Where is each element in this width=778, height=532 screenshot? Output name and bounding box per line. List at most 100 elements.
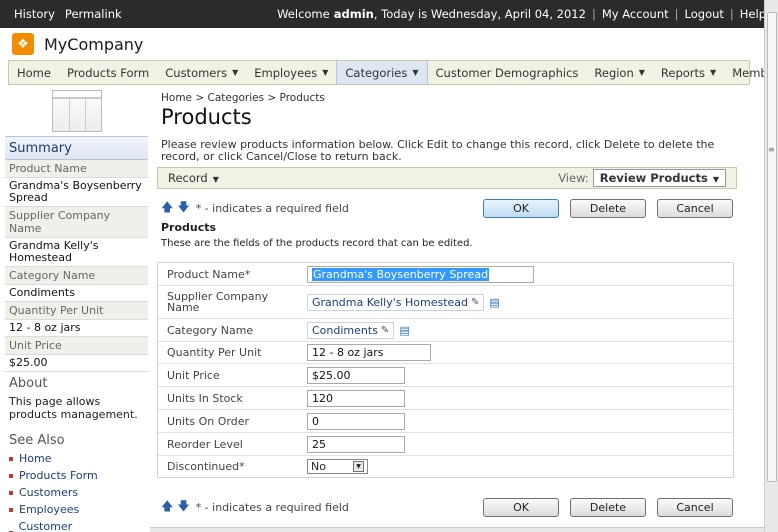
required-marker: * xyxy=(244,267,251,281)
menu-item-customers[interactable]: Customers ▼ xyxy=(157,61,246,84)
product-name-value: Grandma's Boysenberry Spread xyxy=(312,267,490,281)
label-text: Product Name xyxy=(167,267,245,281)
product-name-input[interactable]: Grandma's Boysenberry Spread xyxy=(307,265,534,283)
field-label: Supplier Company Name xyxy=(167,290,269,314)
form-row: Reorder Level 25 xyxy=(158,433,733,456)
summary-value: Grandma Kelly's Homestead xyxy=(5,238,148,267)
up-arrow-icon[interactable]: 🡅 xyxy=(161,497,173,518)
summary-value: Condiments xyxy=(5,285,148,302)
new-record-icon[interactable]: ▤ xyxy=(399,324,409,337)
ok-button[interactable]: OK xyxy=(483,497,559,517)
delete-button[interactable]: Delete xyxy=(570,198,646,218)
menu-item-region[interactable]: Region ▼ xyxy=(586,61,653,84)
link-label: Employees xyxy=(19,503,80,516)
date-text: , Today is Wednesday, April 04, 2012 xyxy=(373,7,586,21)
view-dropdown[interactable]: Review Products ▼ xyxy=(592,169,726,187)
view-value: Review Products xyxy=(599,171,708,185)
discontinued-select[interactable]: No ▼ xyxy=(307,459,368,474)
field-label: Units On Order xyxy=(167,414,250,428)
menu-label: Employees xyxy=(254,65,318,80)
summary-value: $25.00 xyxy=(5,355,148,372)
company-logo-icon[interactable]: ❖ xyxy=(12,33,34,55)
page-title: Products xyxy=(161,105,252,129)
see-also-link-customer-demographics[interactable]: Customer Demographics xyxy=(5,518,148,532)
menu-item-categories[interactable]: Categories ▼ xyxy=(336,61,428,84)
page-description: Please review products information below… xyxy=(161,138,715,163)
logout-link[interactable]: Logout xyxy=(685,7,724,21)
menu-label: Products Form xyxy=(66,65,150,80)
summary-header: Summary xyxy=(5,136,148,160)
link-label: Customer Demographics xyxy=(18,520,73,532)
see-also-link-products-form[interactable]: Products Form xyxy=(5,467,148,484)
units-in-stock-input[interactable]: 120 xyxy=(307,389,405,407)
main-menu: Home Products Form Customers ▼ Employees ▼… xyxy=(8,60,778,85)
form-row: Unit Price $25.00 xyxy=(158,364,733,387)
history-link[interactable]: History xyxy=(14,7,55,21)
menu-item-customer-demographics[interactable]: Customer Demographics xyxy=(428,61,587,84)
summary-value: Grandma's Boysenberry Spread xyxy=(5,178,148,207)
down-arrow-icon[interactable]: 🡇 xyxy=(177,497,189,518)
category-value: Condiments xyxy=(312,323,378,337)
brand-header: ❖ MyCompany xyxy=(0,28,764,60)
record-menu[interactable]: Record ▼ xyxy=(168,171,219,185)
summary-label: Category Name xyxy=(5,267,148,285)
see-also-link-home[interactable]: Home xyxy=(5,450,148,467)
help-link[interactable]: Help xyxy=(740,7,766,21)
bullet-icon xyxy=(9,490,13,495)
summary-label: Quantity Per Unit xyxy=(5,302,148,320)
menu-item-employees[interactable]: Employees ▼ xyxy=(246,61,336,84)
form-row: Units On Order 0 xyxy=(158,410,733,433)
current-user: admin xyxy=(333,7,374,21)
company-name[interactable]: MyCompany xyxy=(44,35,143,54)
product-form: Product Name* Grandma's Boysenberry Spre… xyxy=(157,262,734,478)
breadcrumb[interactable]: Home > Categories > Products xyxy=(161,92,737,104)
bullet-icon xyxy=(9,473,13,478)
menu-item-home[interactable]: Home xyxy=(9,61,59,84)
reorder-level-input[interactable]: 25 xyxy=(307,435,405,453)
pencil-icon[interactable]: ✎ xyxy=(381,325,389,336)
vertical-scrollbar[interactable]: ≡ xyxy=(764,0,778,532)
unit-price-input[interactable]: $25.00 xyxy=(307,366,405,384)
bottom-button-row: 🡅 🡇 * - indicates a required field OK De… xyxy=(157,496,737,518)
ok-button[interactable]: OK xyxy=(483,198,559,218)
horizontal-scrollbar[interactable] xyxy=(150,527,764,532)
menu-label: Region xyxy=(594,65,634,80)
field-label: Unit Price xyxy=(167,368,220,382)
category-lookup[interactable]: Condiments ✎ xyxy=(307,321,395,339)
down-arrow-icon[interactable]: 🡇 xyxy=(177,198,189,219)
chevron-down-icon: ▼ xyxy=(638,68,645,77)
field-label: Product Name* xyxy=(158,269,307,280)
chevron-down-icon: ▼ xyxy=(710,68,717,77)
bullet-icon xyxy=(9,456,13,461)
menu-item-products-form[interactable]: Products Form xyxy=(59,61,157,84)
units-on-order-input[interactable]: 0 xyxy=(307,412,405,430)
new-record-icon[interactable]: ▤ xyxy=(489,296,499,309)
supplier-lookup[interactable]: Grandma Kelly's Homestead ✎ xyxy=(307,293,485,311)
see-also-header: See Also xyxy=(9,433,65,448)
pencil-icon[interactable]: ✎ xyxy=(471,297,479,308)
menu-label: Categories xyxy=(345,65,408,80)
supplier-value: Grandma Kelly's Homestead xyxy=(312,295,469,309)
menu-item-reports[interactable]: Reports ▼ xyxy=(653,61,724,84)
scrollbar-thumb[interactable] xyxy=(767,12,777,482)
my-account-link[interactable]: My Account xyxy=(602,7,669,21)
grip-icon: ≡ xyxy=(768,145,775,154)
see-also-link-employees[interactable]: Employees xyxy=(5,501,148,518)
separator: | xyxy=(591,7,596,21)
link-label: Products Form xyxy=(19,469,98,482)
cancel-button[interactable]: Cancel xyxy=(657,198,733,218)
see-also-link-customers[interactable]: Customers xyxy=(5,484,148,501)
cancel-button[interactable]: Cancel xyxy=(657,497,733,517)
quantity-input[interactable]: 12 - 8 oz jars xyxy=(307,344,431,361)
required-marker: * xyxy=(239,460,245,473)
permalink-link[interactable]: Permalink xyxy=(65,7,122,21)
menu-label: Customer Demographics xyxy=(435,65,579,80)
field-label: Quantity Per Unit xyxy=(167,346,262,359)
view-selector: View: Review Products ▼ xyxy=(558,169,726,187)
record-label: Record xyxy=(168,171,208,185)
form-row: Supplier Company Name Grandma Kelly's Ho… xyxy=(158,286,733,319)
up-arrow-icon[interactable]: 🡅 xyxy=(161,198,173,219)
main-content: Home > Categories > Products Products Pl… xyxy=(157,92,737,478)
field-label: Reorder Level xyxy=(167,437,243,451)
delete-button[interactable]: Delete xyxy=(570,497,646,517)
